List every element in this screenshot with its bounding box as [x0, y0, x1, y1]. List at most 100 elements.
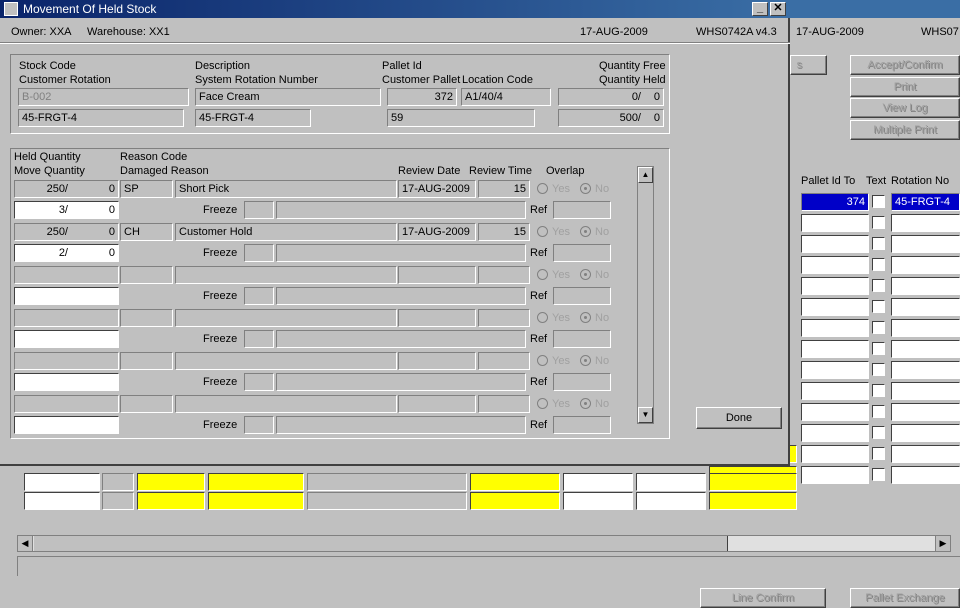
vertical-scrollbar[interactable]: ▲ ▼ [637, 166, 654, 424]
text-checkbox[interactable] [872, 342, 885, 355]
freeze-reason-field[interactable] [276, 330, 526, 348]
rotation-no-cell[interactable] [891, 256, 960, 274]
scroll-up-arrow[interactable]: ▲ [638, 167, 653, 183]
rotation-no-cell[interactable] [891, 277, 960, 295]
overlap-no-radio[interactable] [580, 183, 591, 194]
move-quantity-field[interactable] [14, 330, 119, 348]
freeze-reason-field[interactable] [276, 244, 526, 262]
bottom-row-1-col-d[interactable] [208, 473, 304, 491]
bottom-row-1-col-b[interactable] [102, 473, 134, 491]
bottom-row-2-col-d[interactable] [208, 492, 304, 510]
done-button[interactable]: Done [696, 407, 782, 429]
minimize-icon[interactable]: _ [752, 2, 768, 16]
pallet-id-to-cell[interactable] [801, 466, 869, 484]
freeze-code-field[interactable] [244, 373, 274, 391]
bottom-row-1-col-e[interactable] [307, 473, 467, 491]
bottom-row-2-col-g[interactable] [563, 492, 633, 510]
ref-field[interactable] [553, 201, 611, 219]
scroll-down-arrow[interactable]: ▼ [638, 407, 653, 423]
pallet-id-to-cell[interactable] [801, 424, 869, 442]
bottom-row-2-col-c[interactable] [137, 492, 205, 510]
overlap-no-radio[interactable] [580, 398, 591, 409]
pallet-id-to-cell[interactable] [801, 214, 869, 232]
text-checkbox[interactable] [872, 258, 885, 271]
move-quantity-field[interactable] [14, 373, 119, 391]
line-confirm-button[interactable]: Line Confirm [700, 588, 826, 608]
bottom-row-1-col-a[interactable] [24, 473, 100, 491]
background-s-button[interactable]: s [790, 55, 827, 75]
pallet-id-to-cell[interactable] [801, 256, 869, 274]
text-checkbox[interactable] [872, 237, 885, 250]
rotation-no-cell[interactable] [891, 403, 960, 421]
overlap-yes-radio[interactable] [537, 183, 548, 194]
rotation-no-cell[interactable] [891, 424, 960, 442]
bottom-row-2-col-f[interactable] [470, 492, 560, 510]
rotation-no-cell[interactable] [891, 361, 960, 379]
overlap-yes-radio[interactable] [537, 312, 548, 323]
text-checkbox[interactable] [872, 426, 885, 439]
scroll-thumb[interactable] [34, 536, 728, 551]
move-quantity-field[interactable] [14, 416, 119, 434]
text-checkbox[interactable] [872, 216, 885, 229]
move-quantity-field[interactable]: 2/0 [14, 244, 119, 262]
bottom-row-1-col-h[interactable] [636, 473, 706, 491]
overlap-yes-radio[interactable] [537, 269, 548, 280]
rotation-no-cell[interactable] [891, 340, 960, 358]
rotation-no-cell[interactable]: 45-FRGT-4 [891, 193, 960, 211]
rotation-no-cell[interactable] [891, 319, 960, 337]
multiple-print-button[interactable]: Multiple Print [850, 120, 960, 140]
bottom-row-2-col-e[interactable] [307, 492, 467, 510]
freeze-code-field[interactable] [244, 330, 274, 348]
bottom-row-1-col-i[interactable] [709, 473, 797, 491]
text-checkbox[interactable] [872, 405, 885, 418]
rotation-no-cell[interactable] [891, 214, 960, 232]
print-button[interactable]: Print [850, 77, 960, 97]
pallet-id-to-cell[interactable] [801, 319, 869, 337]
freeze-code-field[interactable] [244, 287, 274, 305]
overlap-no-radio[interactable] [580, 269, 591, 280]
accept-confirm-button[interactable]: Accept/Confirm [850, 55, 960, 75]
pallet-id-to-cell[interactable] [801, 403, 869, 421]
bottom-row-1-col-f[interactable] [470, 473, 560, 491]
text-checkbox[interactable] [872, 195, 885, 208]
ref-field[interactable] [553, 244, 611, 262]
bottom-row-1-col-g[interactable] [563, 473, 633, 491]
overlap-yes-radio[interactable] [537, 398, 548, 409]
bottom-row-2-col-h[interactable] [636, 492, 706, 510]
view-log-button[interactable]: View Log [850, 98, 960, 118]
freeze-code-field[interactable] [244, 416, 274, 434]
overlap-yes-radio[interactable] [537, 355, 548, 366]
freeze-code-field[interactable] [244, 201, 274, 219]
rotation-no-cell[interactable] [891, 466, 960, 484]
pallet-id-to-cell[interactable] [801, 445, 869, 463]
title-bar[interactable]: Movement Of Held Stock _ ✕ [0, 0, 790, 18]
text-checkbox[interactable] [872, 468, 885, 481]
close-icon[interactable]: ✕ [770, 2, 786, 16]
freeze-reason-field[interactable] [276, 373, 526, 391]
rotation-no-cell[interactable] [891, 382, 960, 400]
text-checkbox[interactable] [872, 384, 885, 397]
overlap-no-radio[interactable] [580, 355, 591, 366]
rotation-no-cell[interactable] [891, 445, 960, 463]
scroll-left-arrow[interactable]: ◀ [18, 536, 33, 551]
horizontal-scrollbar[interactable]: ◀ ▶ [17, 535, 951, 552]
overlap-no-radio[interactable] [580, 226, 591, 237]
ref-field[interactable] [553, 287, 611, 305]
pallet-id-to-cell[interactable] [801, 298, 869, 316]
overlap-yes-radio[interactable] [537, 226, 548, 237]
bottom-row-2-col-a[interactable] [24, 492, 100, 510]
move-quantity-field[interactable]: 3/0 [14, 201, 119, 219]
pallet-id-to-cell[interactable] [801, 277, 869, 295]
freeze-reason-field[interactable] [276, 416, 526, 434]
pallet-id-to-cell[interactable] [801, 361, 869, 379]
pallet-id-to-cell[interactable] [801, 235, 869, 253]
pallet-id-to-cell[interactable]: 374 [801, 193, 869, 211]
freeze-reason-field[interactable] [276, 287, 526, 305]
freeze-reason-field[interactable] [276, 201, 526, 219]
ref-field[interactable] [553, 373, 611, 391]
text-checkbox[interactable] [872, 279, 885, 292]
pallet-exchange-button[interactable]: Pallet Exchange [850, 588, 960, 608]
overlap-no-radio[interactable] [580, 312, 591, 323]
text-checkbox[interactable] [872, 321, 885, 334]
text-checkbox[interactable] [872, 447, 885, 460]
